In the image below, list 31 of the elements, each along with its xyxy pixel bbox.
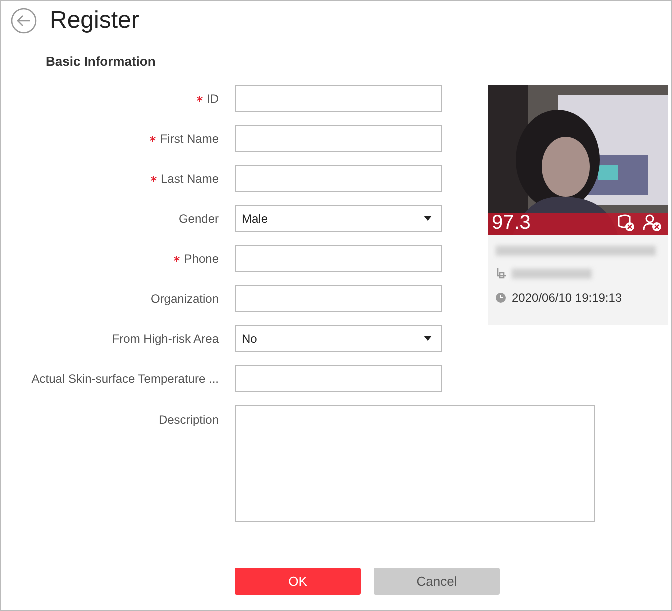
field-label: Description [158,413,219,427]
field-label: Last Name [160,172,219,186]
field-label: ID [207,92,219,106]
person-icon [642,214,662,232]
caret-icon [424,336,432,341]
input-field[interactable] [235,125,442,152]
ok-button[interactable]: OK [235,568,361,595]
input-field[interactable] [235,245,442,272]
id-icon [496,268,506,279]
field-label: From High-risk Area [112,332,219,346]
field-label: Phone [184,252,219,266]
input-field[interactable] [235,285,442,312]
caret-icon [424,216,432,221]
description-field[interactable] [235,405,595,522]
page-title: Register [50,7,140,35]
clock-icon [496,293,506,303]
mask-icon [616,214,636,232]
field-label: Gender [178,212,219,226]
field-label: First Name [160,132,219,146]
input-field[interactable] [235,365,442,392]
dropdown[interactable]: Male [235,205,442,232]
cancel-button[interactable]: Cancel [374,568,500,595]
section-title: Basic Information [46,54,157,69]
input-field[interactable] [235,165,442,192]
field-label: Organization [150,292,219,306]
dropdown[interactable]: No [235,325,442,352]
input-field[interactable] [235,85,442,112]
temperature-reading: 97.3 [492,212,531,235]
field-label: Actual Skin-surface Temperature ... [32,372,219,386]
capture-time: 2020/06/10 19:19:13 [512,291,622,305]
back-icon[interactable] [11,8,37,34]
